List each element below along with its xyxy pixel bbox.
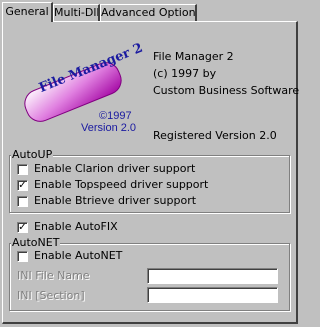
autoup-label: AutoUP bbox=[11, 148, 54, 162]
tab-general[interactable]: General bbox=[2, 2, 53, 22]
topspeed-checkbox-label: Enable Topspeed driver support bbox=[34, 178, 209, 191]
registered-version: Registered Version 2.0 bbox=[153, 129, 277, 142]
btrieve-checkbox-box[interactable] bbox=[17, 195, 28, 207]
ini-section-input[interactable] bbox=[147, 287, 278, 303]
ini-file-name-label: INI File Name bbox=[17, 269, 90, 282]
topspeed-driver-checkbox[interactable]: ✓ Enable Topspeed driver support bbox=[17, 177, 208, 193]
autonet-checkbox-box[interactable] bbox=[17, 250, 28, 262]
company-name: Custom Business Software bbox=[153, 84, 300, 97]
btrieve-checkbox-label: Enable Btrieve driver support bbox=[34, 194, 197, 207]
tab-panel-general: File Manager 2 ©1997 Version 2.0 File Ma… bbox=[2, 21, 300, 324]
tab-general-label: General bbox=[5, 5, 49, 18]
tab-strip: General Multi-Dll Advanced Options bbox=[0, 0, 301, 22]
autonet-checkbox[interactable]: Enable AutoNET bbox=[17, 248, 122, 264]
autofix-checkbox[interactable]: ✓ Enable AutoFIX bbox=[17, 219, 118, 235]
logo-version: Version 2.0 bbox=[81, 122, 137, 134]
logo: File Manager 2 ©1997 Version 2.0 bbox=[17, 41, 145, 137]
ini-section-label: INI [Section] bbox=[17, 289, 85, 302]
ini-file-name-input[interactable] bbox=[147, 268, 278, 284]
autonet-checkbox-label: Enable AutoNET bbox=[34, 249, 123, 262]
tab-multi-dll[interactable]: Multi-Dll bbox=[53, 4, 100, 22]
clarion-checkbox-label: Enable Clarion driver support bbox=[34, 162, 196, 175]
logo-copyright: ©1997 bbox=[99, 110, 132, 122]
product-name: File Manager 2 bbox=[153, 50, 234, 63]
copyright-line: (c) 1997 by bbox=[153, 67, 217, 80]
clarion-checkbox-box[interactable] bbox=[17, 163, 28, 175]
btrieve-driver-checkbox[interactable]: Enable Btrieve driver support bbox=[17, 193, 196, 209]
check-icon[interactable]: ✓ bbox=[17, 221, 28, 233]
check-icon[interactable]: ✓ bbox=[17, 179, 28, 191]
tab-advanced-options-label: Advanced Options bbox=[101, 6, 197, 19]
tab-advanced-options[interactable]: Advanced Options bbox=[100, 4, 197, 22]
clarion-driver-checkbox[interactable]: Enable Clarion driver support bbox=[17, 161, 195, 177]
autofix-checkbox-label: Enable AutoFIX bbox=[34, 220, 118, 233]
tab-multi-dll-label: Multi-Dll bbox=[54, 6, 100, 19]
